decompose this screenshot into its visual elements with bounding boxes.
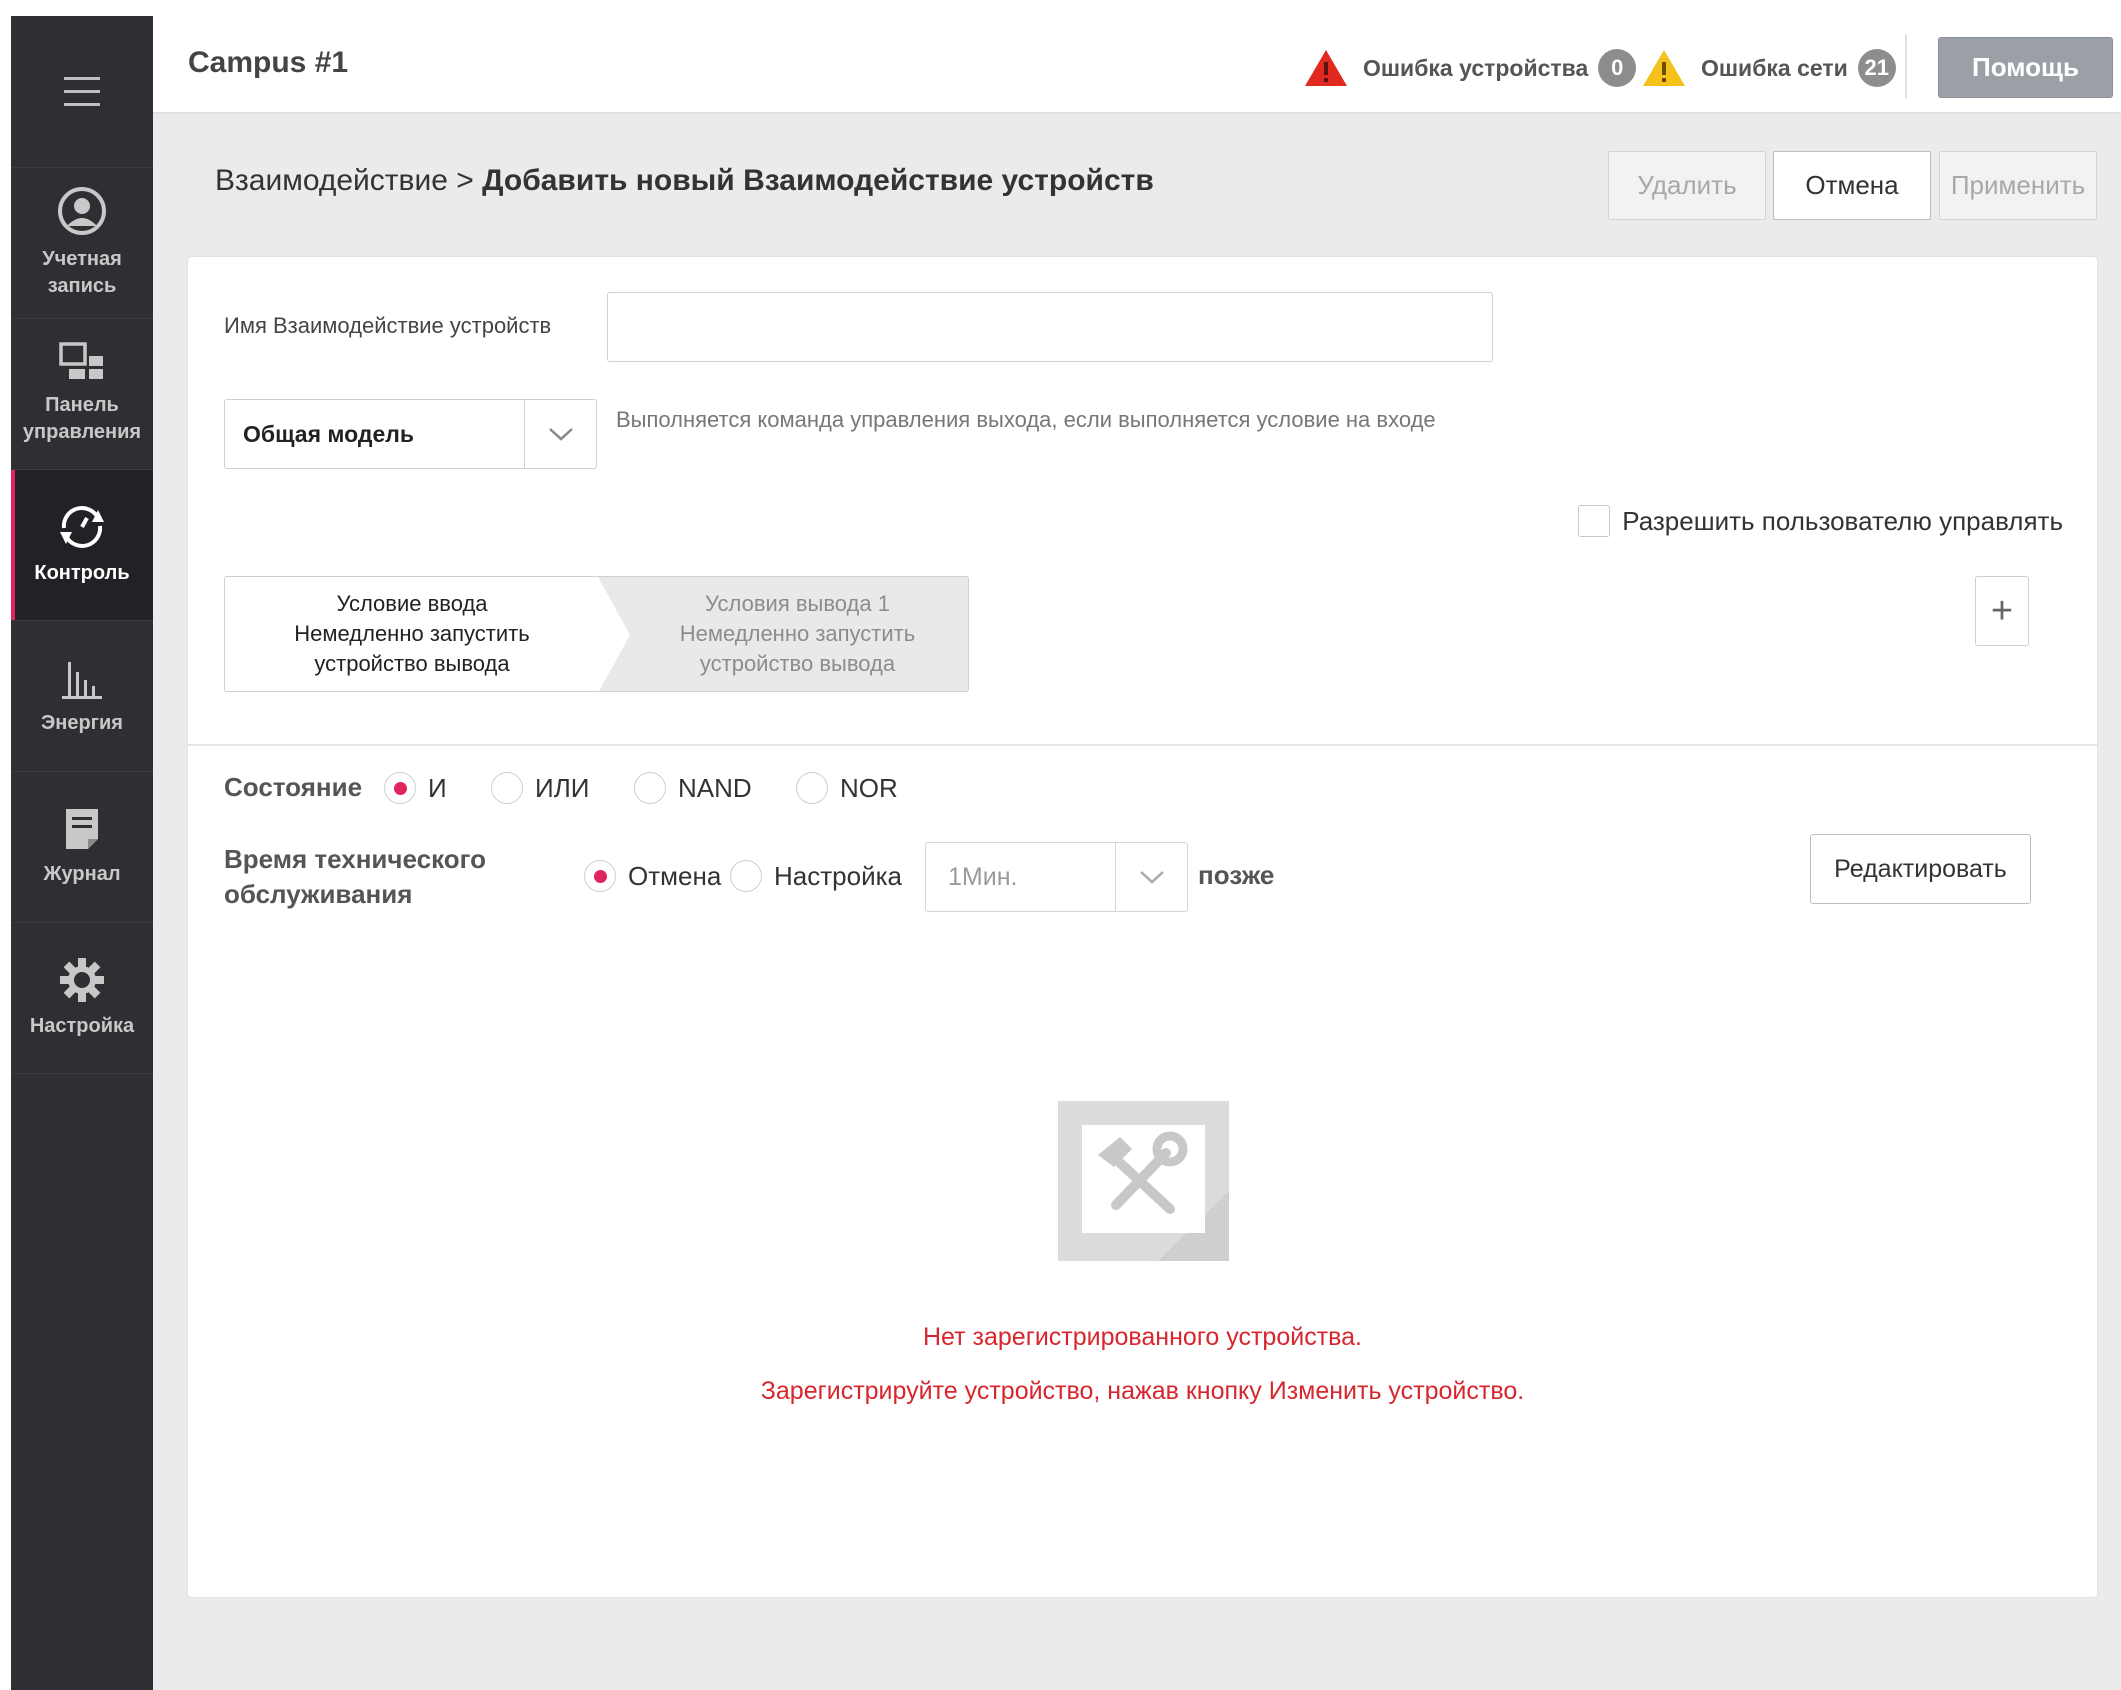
- chevron-down-icon: [1115, 843, 1187, 911]
- network-error-indicator[interactable]: Ошибка сети 21: [1641, 48, 1896, 88]
- radio-button[interactable]: [584, 860, 616, 892]
- radio-button[interactable]: [634, 772, 666, 804]
- state-radio-or[interactable]: ИЛИ: [491, 772, 589, 804]
- allow-user-checkbox[interactable]: [1578, 505, 1611, 537]
- state-radio-and[interactable]: И: [384, 772, 447, 804]
- edit-button[interactable]: Редактировать: [1810, 834, 2031, 904]
- empty-message-title: Нет зарегистрированного устройства.: [923, 1323, 1362, 1351]
- maintenance-label-line: Время технического: [224, 844, 486, 874]
- account-icon: [58, 187, 106, 235]
- radio-label: И: [428, 772, 447, 803]
- help-button[interactable]: Помощь: [1938, 37, 2113, 98]
- step-line: устройство вывода: [314, 651, 510, 676]
- sidebar-item-label: Настройка: [29, 1014, 135, 1037]
- empty-message-hint: Зарегистрируйте устройство, нажав кнопку…: [760, 1377, 1525, 1405]
- sidebar-item-label: Контроль: [34, 561, 130, 584]
- step-title: Условия вывода 1: [705, 591, 890, 616]
- maintenance-label-line: обслуживания: [224, 879, 413, 909]
- breadcrumb-separator: >: [456, 164, 474, 197]
- control-icon: [60, 505, 104, 548]
- radio-button[interactable]: [796, 772, 828, 804]
- menu-button[interactable]: [11, 16, 153, 168]
- time-select[interactable]: 1Мин.: [925, 842, 1188, 912]
- maintenance-radio-cancel[interactable]: Отмена: [584, 860, 721, 892]
- sidebar-item-label: Учетная запись: [42, 248, 122, 297]
- maintenance-label: Время технического обслуживания: [224, 842, 486, 912]
- breadcrumb-current: Добавить новый Взаимодействие устройств: [482, 164, 1154, 197]
- breadcrumb: Взаимодействие > Добавить новый Взаимоде…: [215, 164, 1154, 198]
- journal-icon: [66, 808, 98, 849]
- later-label: позже: [1198, 860, 1275, 890]
- model-hint: Выполняется команда управления выхода, е…: [616, 407, 1436, 432]
- allow-user-control[interactable]: Разрешить пользователю управлять: [1578, 505, 2063, 537]
- step-line: Немедленно запустить: [679, 621, 916, 646]
- sidebar-item-label: Энергия: [41, 711, 123, 734]
- divider: [188, 744, 2097, 746]
- apply-button[interactable]: Применить: [1939, 151, 2097, 220]
- time-select-value: 1Мин.: [948, 862, 1018, 891]
- settings-gear-icon: [60, 957, 104, 1002]
- step-input-condition[interactable]: Условие ввода Немедленно запустить устро…: [225, 577, 599, 691]
- cancel-button[interactable]: Отмена: [1773, 151, 1931, 220]
- step-tabs: Условие ввода Немедленно запустить устро…: [224, 576, 969, 692]
- device-error-count: 0: [1598, 49, 1637, 87]
- maintenance-radio-setting[interactable]: Настройка: [730, 860, 902, 892]
- radio-button[interactable]: [491, 772, 523, 804]
- state-label: Состояние: [224, 772, 363, 802]
- sidebar-item-energy[interactable]: Энергия: [11, 621, 153, 772]
- campus-title: Campus #1: [188, 46, 349, 79]
- model-select[interactable]: Общая модель: [224, 399, 597, 469]
- state-radio-nand[interactable]: NAND: [634, 772, 752, 804]
- step-line: Немедленно запустить: [294, 621, 530, 646]
- sidebar-item-account[interactable]: Учетная запись: [11, 168, 153, 319]
- model-select-value: Общая модель: [243, 420, 414, 447]
- name-input[interactable]: [607, 292, 1493, 362]
- step-output-condition[interactable]: Условия вывода 1 Немедленно запустить ус…: [625, 577, 968, 691]
- radio-label: NAND: [678, 772, 752, 803]
- sidebar: Учетная запись Панель управления Контрол…: [11, 16, 153, 1690]
- sidebar-item-label: Журнал: [43, 862, 121, 885]
- step-title: Условие ввода: [336, 591, 488, 616]
- delete-button[interactable]: Удалить: [1608, 151, 1766, 220]
- breadcrumb-parent[interactable]: Взаимодействие: [215, 164, 448, 197]
- warning-red-icon: [1305, 50, 1347, 86]
- device-error-indicator[interactable]: Ошибка устройства 0: [1303, 48, 1637, 88]
- radio-label: ИЛИ: [535, 772, 590, 803]
- energy-icon: [62, 661, 102, 699]
- device-error-label: Ошибка устройства: [1363, 54, 1589, 81]
- warning-yellow-icon: [1643, 50, 1685, 86]
- form-card: Имя Взаимодействие устройств Общая модел…: [187, 256, 2098, 1598]
- sidebar-item-control[interactable]: Контроль: [11, 470, 153, 621]
- sidebar-item-label: Панель управления: [22, 394, 142, 443]
- radio-label: Настройка: [774, 860, 902, 891]
- chevron-down-icon: [524, 400, 596, 468]
- radio-label: NOR: [840, 772, 898, 803]
- hamburger-icon: [64, 76, 100, 106]
- top-header: Campus #1 Ошибка устройства 0 Ошибка сет…: [153, 16, 2121, 114]
- radio-button[interactable]: [384, 772, 416, 804]
- tools-icon: [1058, 1101, 1229, 1261]
- name-label: Имя Взаимодействие устройств: [224, 313, 552, 338]
- radio-button[interactable]: [730, 860, 762, 892]
- step-line: устройство вывода: [699, 651, 896, 676]
- allow-user-label: Разрешить пользователю управлять: [1622, 505, 2063, 536]
- header-divider: [1905, 34, 1907, 98]
- dashboard-icon: [59, 342, 103, 379]
- state-radio-nor[interactable]: NOR: [796, 772, 898, 804]
- sidebar-item-settings[interactable]: Настройка: [11, 923, 153, 1074]
- sidebar-item-dashboard[interactable]: Панель управления: [11, 319, 153, 470]
- add-step-button[interactable]: +: [1975, 576, 2029, 646]
- sidebar-item-journal[interactable]: Журнал: [11, 772, 153, 923]
- radio-label: Отмена: [628, 860, 722, 891]
- network-error-label: Ошибка сети: [1701, 54, 1848, 81]
- network-error-count: 21: [1857, 49, 1896, 87]
